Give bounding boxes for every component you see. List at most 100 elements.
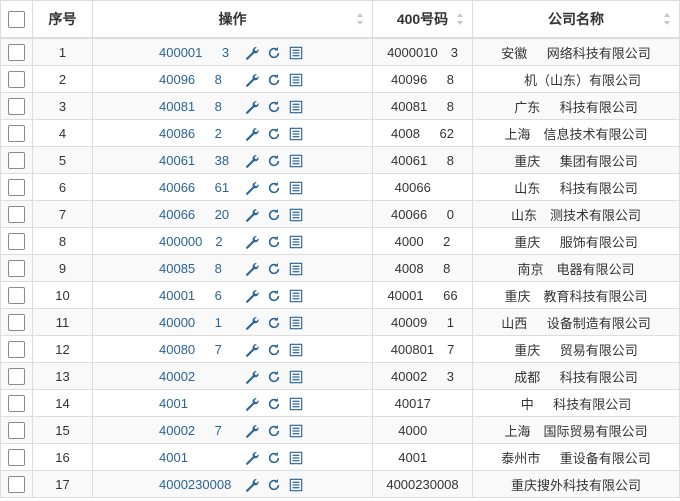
column-header-company[interactable]: 公司名称 — [472, 0, 680, 39]
row-checkbox[interactable] — [8, 178, 25, 196]
wrench-icon[interactable] — [245, 343, 259, 357]
number-link[interactable]: 40085 8 — [159, 261, 237, 276]
row-checkbox[interactable] — [8, 259, 25, 277]
wrench-icon[interactable] — [245, 370, 259, 384]
row-checkbox[interactable] — [8, 394, 25, 412]
refresh-icon[interactable] — [267, 343, 281, 357]
row-seq: 6 — [32, 173, 93, 201]
refresh-icon[interactable] — [267, 100, 281, 114]
number-link[interactable]: 40096 8 — [159, 72, 237, 87]
wrench-icon[interactable] — [245, 127, 259, 141]
refresh-icon[interactable] — [267, 127, 281, 141]
list-icon[interactable] — [289, 451, 303, 465]
refresh-icon[interactable] — [267, 289, 281, 303]
row-seq: 14 — [32, 389, 93, 417]
refresh-icon[interactable] — [267, 181, 281, 195]
row-checkbox[interactable] — [8, 448, 25, 466]
wrench-icon[interactable] — [245, 181, 259, 195]
row-checkbox[interactable] — [8, 97, 25, 115]
row-checkbox[interactable] — [8, 421, 25, 439]
column-header-op[interactable]: 操作 — [92, 0, 373, 39]
refresh-icon[interactable] — [267, 451, 281, 465]
row-company: 山东 测技术有限公司 — [472, 200, 680, 228]
list-icon[interactable] — [289, 343, 303, 357]
number-link[interactable]: 4001 — [159, 450, 237, 465]
list-icon[interactable] — [289, 478, 303, 492]
table-header-row: 序号 操作 400号码 公司名称 — [0, 0, 680, 39]
list-icon[interactable] — [289, 127, 303, 141]
row-select-cell — [0, 443, 33, 471]
row-checkbox[interactable] — [8, 367, 25, 385]
number-link[interactable]: 40002 — [159, 369, 237, 384]
row-checkbox[interactable] — [8, 340, 25, 358]
wrench-icon[interactable] — [245, 46, 259, 60]
refresh-icon[interactable] — [267, 262, 281, 276]
row-checkbox[interactable] — [8, 151, 25, 169]
number-link[interactable]: 40061 38 — [159, 153, 237, 168]
list-icon[interactable] — [289, 397, 303, 411]
list-icon[interactable] — [289, 424, 303, 438]
list-icon[interactable] — [289, 46, 303, 60]
refresh-icon[interactable] — [267, 208, 281, 222]
row-checkbox[interactable] — [8, 313, 25, 331]
refresh-icon[interactable] — [267, 154, 281, 168]
refresh-icon[interactable] — [267, 46, 281, 60]
wrench-icon[interactable] — [245, 154, 259, 168]
number-link[interactable]: 40080 7 — [159, 342, 237, 357]
list-icon[interactable] — [289, 208, 303, 222]
wrench-icon[interactable] — [245, 478, 259, 492]
row-select-cell — [0, 308, 33, 336]
number-link[interactable]: 40066 20 — [159, 207, 237, 222]
list-icon[interactable] — [289, 181, 303, 195]
row-select-cell — [0, 416, 33, 444]
column-header-number[interactable]: 400号码 — [372, 0, 473, 39]
refresh-icon[interactable] — [267, 370, 281, 384]
wrench-icon[interactable] — [245, 397, 259, 411]
number-link[interactable]: 40066 61 — [159, 180, 237, 195]
list-icon[interactable] — [289, 262, 303, 276]
refresh-icon[interactable] — [267, 316, 281, 330]
wrench-icon[interactable] — [245, 316, 259, 330]
list-icon[interactable] — [289, 316, 303, 330]
row-checkbox[interactable] — [8, 124, 25, 142]
list-icon[interactable] — [289, 154, 303, 168]
refresh-icon[interactable] — [267, 73, 281, 87]
wrench-icon[interactable] — [245, 451, 259, 465]
sort-icon[interactable] — [663, 12, 671, 26]
wrench-icon[interactable] — [245, 424, 259, 438]
refresh-icon[interactable] — [267, 235, 281, 249]
sort-icon[interactable] — [356, 12, 364, 26]
row-checkbox[interactable] — [8, 286, 25, 304]
wrench-icon[interactable] — [245, 100, 259, 114]
refresh-icon[interactable] — [267, 478, 281, 492]
number-link[interactable]: 40081 8 — [159, 99, 237, 114]
number-link[interactable]: 40086 2 — [159, 126, 237, 141]
list-icon[interactable] — [289, 370, 303, 384]
list-icon[interactable] — [289, 100, 303, 114]
row-checkbox[interactable] — [8, 205, 25, 223]
row-checkbox[interactable] — [8, 70, 25, 88]
list-icon[interactable] — [289, 73, 303, 87]
refresh-icon[interactable] — [267, 397, 281, 411]
wrench-icon[interactable] — [245, 289, 259, 303]
list-icon[interactable] — [289, 289, 303, 303]
list-icon[interactable] — [289, 235, 303, 249]
refresh-icon[interactable] — [267, 424, 281, 438]
sort-icon[interactable] — [456, 12, 464, 26]
row-checkbox[interactable] — [8, 475, 25, 493]
number-link[interactable]: 4000230008 — [159, 477, 237, 492]
wrench-icon[interactable] — [245, 73, 259, 87]
number-link[interactable]: 400000 2 — [159, 234, 237, 249]
wrench-icon[interactable] — [245, 208, 259, 222]
row-checkbox[interactable] — [8, 232, 25, 250]
row-checkbox[interactable] — [8, 43, 25, 61]
number-link[interactable]: 40002 7 — [159, 423, 237, 438]
select-all-checkbox[interactable] — [8, 10, 25, 28]
wrench-icon[interactable] — [245, 262, 259, 276]
number-link[interactable]: 40000 1 — [159, 315, 237, 330]
column-header-seq[interactable]: 序号 — [32, 0, 93, 39]
number-link[interactable]: 40001 6 — [159, 288, 237, 303]
number-link[interactable]: 400001 3 — [159, 45, 237, 60]
number-link[interactable]: 4001 — [159, 396, 237, 411]
wrench-icon[interactable] — [245, 235, 259, 249]
